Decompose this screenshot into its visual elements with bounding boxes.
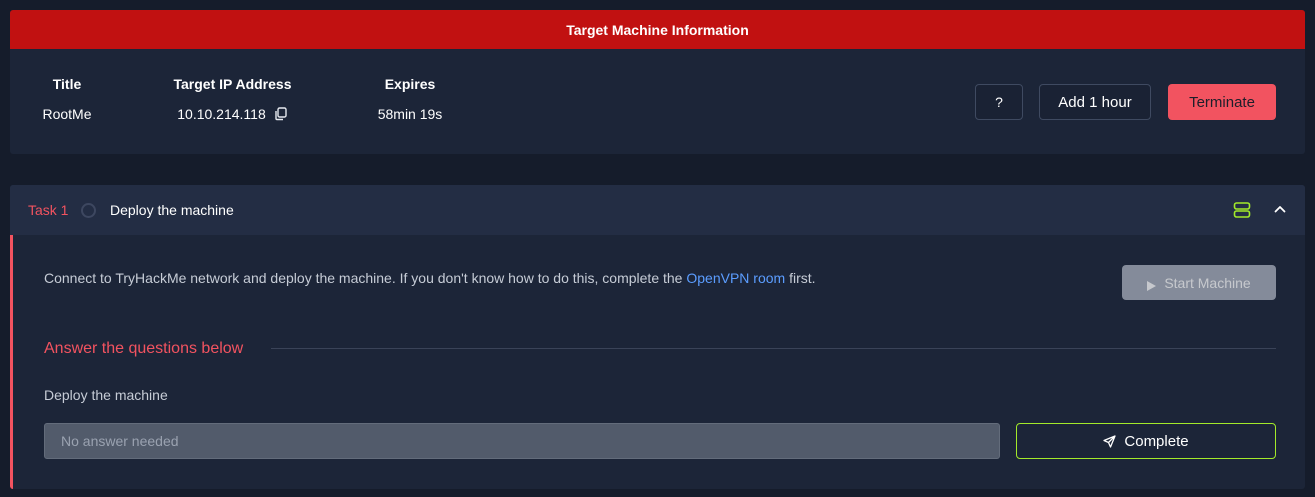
add-hour-button[interactable]: Add 1 hour [1039,84,1151,120]
task-description-text-end: first. [785,270,816,286]
openvpn-room-link[interactable]: OpenVPN room [686,270,785,286]
machine-expires-value: 58min 19s [377,106,443,122]
send-icon [1103,434,1117,448]
machine-ip-label: Target IP Address [173,76,292,92]
task-header[interactable]: Task 1 Deploy the machine [10,185,1305,235]
task-panel: Task 1 Deploy the machine Connect to Try… [10,185,1305,489]
machine-expires-column: Expires 58min 19s [365,76,455,122]
copy-icon[interactable] [274,107,288,121]
terminate-button[interactable]: Terminate [1168,84,1276,120]
answer-heading: Answer the questions below [44,340,244,357]
start-machine-button[interactable]: Start Machine [1122,265,1276,300]
machine-title-column: Title RootMe [32,76,102,122]
task-description: Connect to TryHackMe network and deploy … [44,270,816,286]
target-machine-panel: Target Machine Information Title RootMe … [10,10,1305,154]
complete-button[interactable]: Complete [1016,423,1276,459]
machine-expires-label: Expires [384,76,436,92]
complete-label: Complete [1124,432,1189,450]
task-number: Task 1 [28,202,69,218]
machine-panel-header: Target Machine Information [10,10,1305,49]
machine-ip-row: 10.10.214.118 [165,106,300,122]
start-machine-label: Start Machine [1164,274,1251,291]
divider [271,348,1276,349]
task-status-circle-icon [81,203,96,218]
help-button[interactable]: ? [975,84,1023,120]
machine-ip-value: 10.10.214.118 [177,106,266,122]
server-icon[interactable] [1233,201,1251,219]
question-label: Deploy the machine [44,387,168,403]
machine-ip-column: Target IP Address 10.10.214.118 [165,76,300,122]
chevron-up-icon[interactable] [1273,202,1287,216]
machine-title-value: RootMe [42,106,92,122]
answer-input[interactable] [44,423,1000,459]
play-icon [1147,278,1157,291]
machine-title-label: Title [52,76,82,92]
task-body: Connect to TryHackMe network and deploy … [10,235,1305,489]
task-title: Deploy the machine [110,202,234,218]
task-description-text-start: Connect to TryHackMe network and deploy … [44,270,687,286]
